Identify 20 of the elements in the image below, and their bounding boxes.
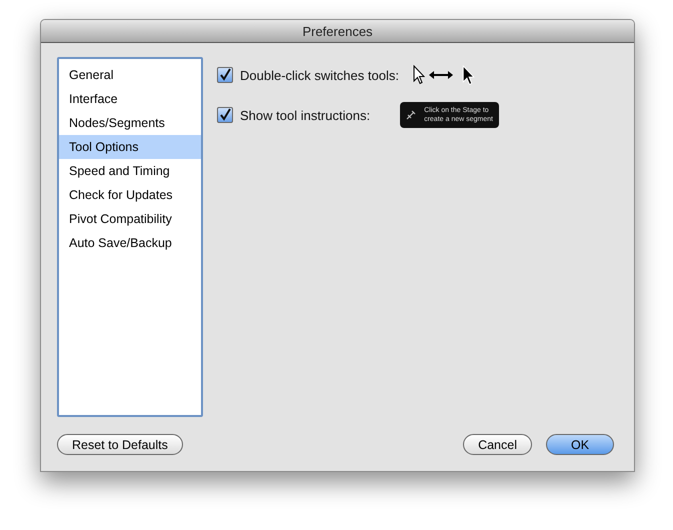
sidebar-item[interactable]: Auto Save/Backup	[59, 231, 201, 255]
sidebar-item[interactable]: Nodes/Segments	[59, 111, 201, 135]
double-arrow-icon	[428, 71, 453, 79]
sidebar-item[interactable]: Interface	[59, 87, 201, 111]
window-title: Preferences	[302, 24, 373, 38]
sidebar-item[interactable]: Speed and Timing	[59, 159, 201, 183]
sidebar-item[interactable]: General	[59, 63, 201, 87]
dialog-button[interactable]: Cancel	[463, 434, 532, 455]
option-label: Double-click switches tools:	[240, 68, 399, 82]
dialog-button[interactable]: OK	[546, 434, 614, 455]
option-label: Show tool instructions:	[240, 108, 370, 122]
checkbox[interactable]	[217, 107, 233, 123]
checkbox[interactable]	[217, 67, 233, 83]
sidebar-item[interactable]: Check for Updates	[59, 183, 201, 207]
sidebar-item[interactable]: Tool Options	[59, 135, 201, 159]
sidebar-item[interactable]: Pivot Compatibility	[59, 207, 201, 231]
pen-icon	[406, 110, 416, 120]
reset-button[interactable]: Reset to Defaults	[57, 434, 183, 455]
pointer-cursor-icon	[462, 64, 475, 86]
pointer-cursor-icon	[412, 65, 425, 85]
